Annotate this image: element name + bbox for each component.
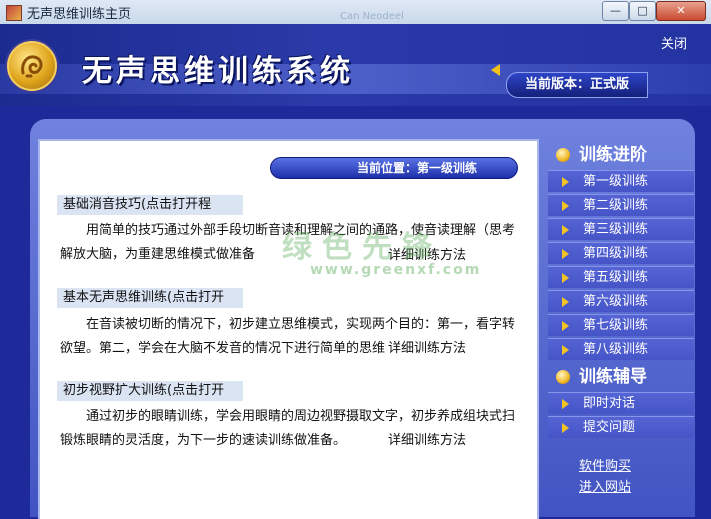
section-desc-line: 通过初步的眼睛训练，学会用眼睛的周边视野摄取文字，初步养成组块式扫 [86,409,516,424]
brain-logo-icon [7,41,57,91]
section-title-vision-expansion[interactable]: 初步视野扩大训练(点击打开 [57,381,243,401]
sidebar-item-label: 第五级训练 [583,270,649,285]
sidebar-item-label: 提交问题 [583,420,636,435]
sidebar-item-instant-chat[interactable]: 即时对话 [548,392,694,414]
buy-software-link[interactable]: 软件购买 [579,455,631,474]
triangle-right-icon [562,297,569,307]
app-title: 无声思维训练系统 [82,54,354,89]
window-title: 无声思维训练主页 [27,7,132,22]
visit-website-link[interactable]: 进入网站 [579,476,631,495]
sidebar-heading-label: 训练辅导 [579,367,647,387]
sidebar-item-level-2[interactable]: 第二级训练 [548,194,694,216]
sidebar-item-label: 第四级训练 [583,246,649,261]
triangle-right-icon [562,345,569,355]
close-link[interactable]: 关闭 [661,33,687,52]
sidebar-heading-label: 训练进阶 [579,145,647,165]
triangle-right-icon [562,399,569,409]
sidebar-item-level-6[interactable]: 第六级训练 [548,290,694,312]
triangle-right-icon [562,249,569,259]
window-titlebar: 无声思维训练主页 Can Neodeel — □ ✕ [0,0,711,25]
triangle-right-icon [562,225,569,235]
sidebar-item-label: 第三级训练 [583,222,649,237]
section-desc-line: 在音读被切断的情况下，初步建立思维模式，实现两个目的：第一，看字转 [86,317,516,332]
app-icon [6,5,22,21]
gold-bullet-icon [556,148,570,162]
watermark: 绿色先锋 [282,230,442,265]
minimize-button[interactable]: — [602,1,629,21]
triangle-right-icon [562,201,569,211]
titlebar-ghost-text: Can Neodeel [340,11,404,22]
triangle-right-icon [562,177,569,187]
sidebar-item-label: 即时对话 [583,396,636,411]
sidebar-item-level-5[interactable]: 第五级训练 [548,266,694,288]
version-arrow-icon [491,64,500,76]
sidebar-item-label: 第二级训练 [583,198,649,213]
watermark-url: www.greenxf.com [310,262,482,278]
app-header: 无声思维训练系统 关闭 当前版本：正式版 [0,24,711,106]
sidebar-item-label: 第六级训练 [583,294,649,309]
version-badge: 当前版本：正式版 [506,72,648,98]
sidebar-item-level-1[interactable]: 第一级训练 [548,170,694,192]
sidebar-item-level-8[interactable]: 第八级训练 [548,338,694,360]
triangle-right-icon [562,423,569,433]
maximize-button[interactable]: □ [629,1,656,21]
sidebar-item-level-3[interactable]: 第三级训练 [548,218,694,240]
content-panel: 当前位置：第一级训练 基础消音技巧(点击打开程 用简单的技巧通过外部手段切断音读… [38,139,539,519]
detail-method-link[interactable]: 详细训练方法 [386,337,469,356]
section-title-basic-silencing[interactable]: 基础消音技巧(点击打开程 [57,195,243,215]
sidebar-item-label: 第一级训练 [583,174,649,189]
section-title-silent-thinking[interactable]: 基本无声思维训练(点击打开 [57,288,243,308]
detail-method-link[interactable]: 详细训练方法 [386,429,469,448]
gold-bullet-icon [556,370,570,384]
current-location: 当前位置：第一级训练 [270,157,518,179]
sidebar-item-label: 第七级训练 [583,318,649,333]
triangle-right-icon [562,273,569,283]
sidebar-item-label: 第八级训练 [583,342,649,357]
triangle-right-icon [562,321,569,331]
sidebar-item-level-7[interactable]: 第七级训练 [548,314,694,336]
window-close-button[interactable]: ✕ [656,1,706,21]
sidebar-item-level-4[interactable]: 第四级训练 [548,242,694,264]
sidebar-item-submit-question[interactable]: 提交问题 [548,416,694,438]
